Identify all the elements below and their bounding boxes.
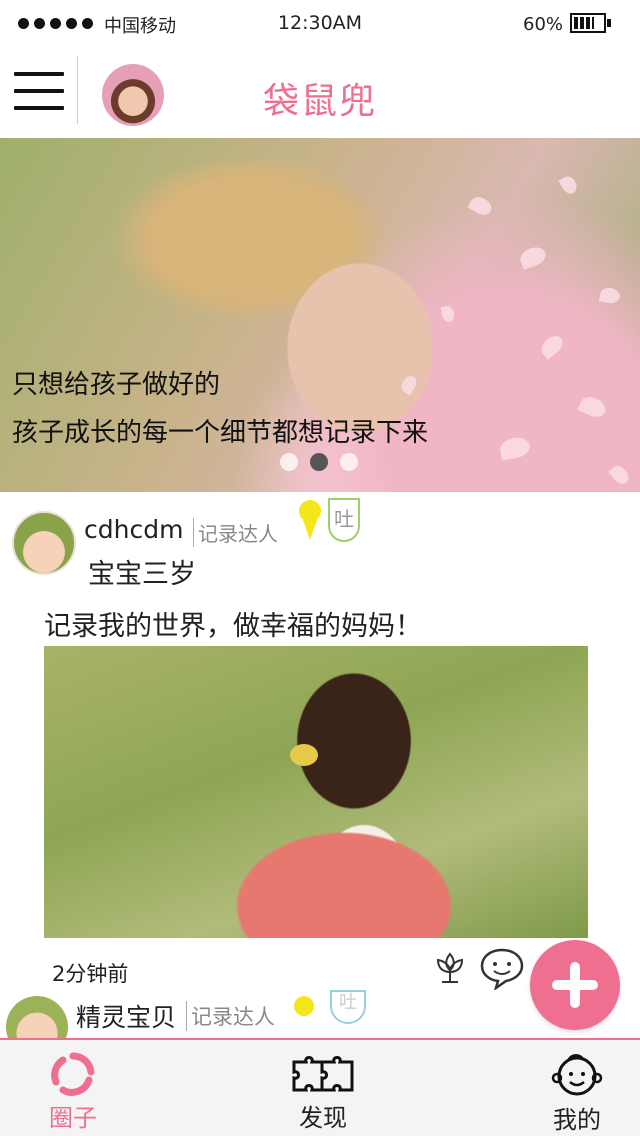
tu-badge: 吐 bbox=[328, 498, 360, 542]
medal-icon bbox=[299, 500, 321, 522]
post2-author-tag: 记录达人 bbox=[186, 1001, 275, 1031]
circle-icon bbox=[51, 1052, 95, 1096]
tab-mine-label: 我的 bbox=[553, 1106, 601, 1134]
battery-percent: 60% bbox=[523, 14, 564, 35]
post-author-tag: 记录达人 bbox=[193, 518, 278, 547]
comment-icon[interactable] bbox=[478, 946, 526, 990]
tu-badge: 吐 bbox=[330, 990, 366, 1024]
tab-discover-label: 发现 bbox=[299, 1104, 347, 1132]
tab-circle[interactable]: 圈子 bbox=[18, 1052, 128, 1133]
flower-like-icon[interactable] bbox=[430, 948, 470, 988]
medal-ribbon-icon bbox=[303, 520, 317, 540]
tab-bar: 圈子 发现 我的 bbox=[0, 1038, 640, 1136]
baby-age: 宝宝三岁 bbox=[88, 559, 196, 590]
page-dot-3[interactable] bbox=[340, 453, 358, 471]
post-time: 2分钟前 bbox=[52, 962, 129, 986]
puzzle-icon bbox=[292, 1056, 354, 1092]
battery-tip bbox=[607, 19, 611, 27]
banner-caption-line2: 孩子成长的每一个细节都想记录下来 bbox=[12, 418, 429, 448]
post2-author-name[interactable]: 精灵宝贝 bbox=[76, 998, 176, 1034]
tab-circle-label: 圈子 bbox=[49, 1104, 97, 1132]
medal-icon bbox=[294, 996, 314, 1016]
post-photo[interactable] bbox=[44, 646, 588, 938]
add-post-button[interactable] bbox=[530, 940, 620, 1030]
post-text: 记录我的世界，做幸福的妈妈！ bbox=[44, 611, 422, 642]
page-dot-2[interactable] bbox=[310, 453, 328, 471]
tab-mine[interactable]: 我的 bbox=[522, 1052, 632, 1135]
battery-icon bbox=[570, 13, 606, 33]
page-dot-1[interactable] bbox=[280, 453, 298, 471]
baby-face-icon bbox=[551, 1054, 603, 1096]
post-author-name[interactable]: cdhcdm bbox=[84, 515, 183, 544]
banner-caption-line1: 只想给孩子做好的 bbox=[12, 370, 221, 400]
tab-discover[interactable]: 发现 bbox=[268, 1052, 378, 1133]
dandelion-flower bbox=[290, 744, 318, 766]
banner-page-indicator bbox=[280, 453, 358, 471]
app-title: 袋鼠兜 bbox=[262, 81, 377, 122]
post-author-avatar[interactable] bbox=[12, 511, 76, 575]
